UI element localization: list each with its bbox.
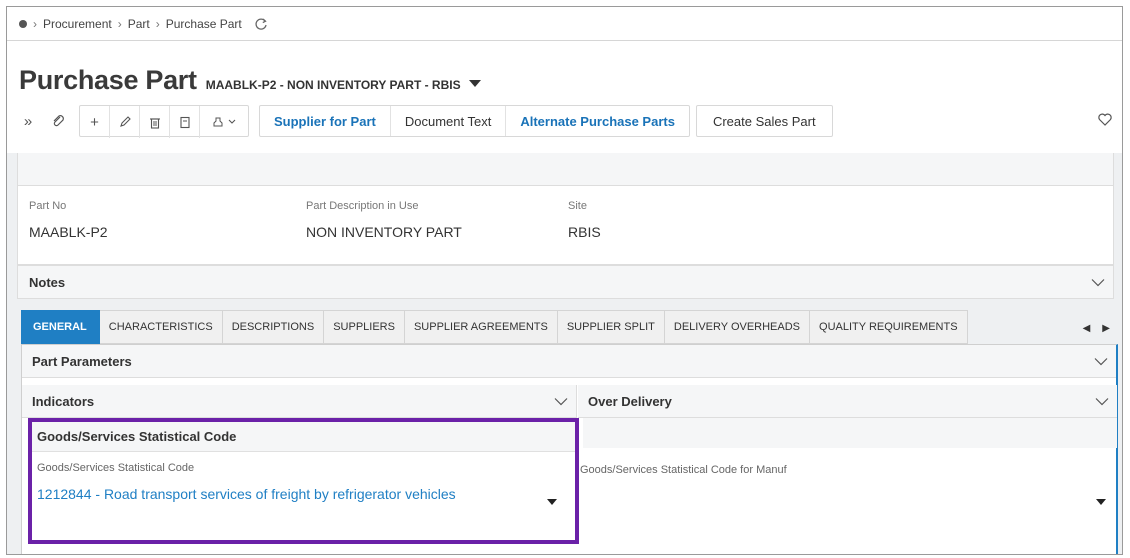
- alternate-purchase-parts-button[interactable]: Alternate Purchase Parts: [506, 106, 689, 136]
- home-icon[interactable]: [19, 19, 27, 28]
- edit-icon[interactable]: [110, 106, 140, 138]
- tab-delivery-overheads[interactable]: DELIVERY OVERHEADS: [664, 310, 811, 344]
- breadcrumb-part[interactable]: Part: [128, 17, 150, 31]
- site-value: RBIS: [568, 224, 601, 240]
- command-group: Supplier for Part Document Text Alternat…: [259, 105, 690, 137]
- breadcrumb-procurement[interactable]: Procurement: [43, 17, 112, 31]
- record-actions: +: [79, 105, 249, 138]
- document-text-button[interactable]: Document Text: [391, 106, 507, 136]
- tab-supplier-agreements[interactable]: SUPPLIER AGREEMENTS: [404, 310, 558, 344]
- create-sales-part-button[interactable]: Create Sales Part: [695, 105, 833, 137]
- part-description-value: NON INVENTORY PART: [306, 224, 462, 240]
- part-no-value: MAABLK-P2: [29, 224, 108, 240]
- stamp-dropdown-icon[interactable]: [200, 106, 248, 138]
- header-spacer: [17, 153, 1114, 185]
- chevron-right-icon: ›: [33, 16, 37, 31]
- arrow-left-icon[interactable]: ◀: [1083, 323, 1091, 334]
- tab-scroll: ◀ ▶: [1083, 323, 1110, 334]
- favorite-icon[interactable]: [1098, 113, 1112, 131]
- tab-quality-requirements[interactable]: QUALITY REQUIREMENTS: [810, 310, 968, 344]
- chevron-right-icon: ›: [117, 16, 122, 31]
- part-description-label: Part Description in Use: [306, 200, 419, 212]
- part-parameters-label: Part Parameters: [32, 353, 132, 369]
- statistical-code-section-title: Goods/Services Statistical Code: [32, 422, 575, 452]
- site-field: Site RBIS: [568, 200, 601, 240]
- site-label: Site: [568, 200, 587, 212]
- notes-label: Notes: [29, 274, 66, 290]
- statistical-code-highlight: Goods/Services Statistical Code Goods/Se…: [28, 418, 579, 544]
- refresh-icon[interactable]: [254, 17, 268, 31]
- tab-bar: GENERAL CHARACTERISTICS DESCRIPTIONS SUP…: [21, 310, 968, 344]
- app-window: › Procurement › Part › Purchase Part Pur…: [6, 6, 1123, 555]
- part-no-label: Part No: [29, 200, 67, 212]
- part-fields-card: Part No MAABLK-P2 Part Description in Us…: [17, 185, 1114, 265]
- expand-icon[interactable]: »: [13, 105, 43, 137]
- over-delivery-section[interactable]: Over Delivery: [578, 385, 1117, 418]
- chevron-down-icon[interactable]: [1094, 354, 1108, 369]
- part-no-field: Part No MAABLK-P2: [29, 200, 108, 240]
- indicators-label: Indicators: [32, 393, 95, 409]
- statistical-code-select[interactable]: 1212844 - Road transport services of fre…: [37, 486, 575, 502]
- record-selector[interactable]: MAABLK-P2 - NON INVENTORY PART - RBIS: [206, 78, 461, 92]
- tab-general[interactable]: GENERAL: [21, 310, 100, 344]
- breadcrumb-purchase-part: Purchase Part: [165, 16, 242, 31]
- statistical-code-manuf-label: Goods/Services Statistical Code for Manu…: [580, 464, 787, 476]
- chevron-right-icon: ›: [155, 16, 160, 31]
- part-parameters-section[interactable]: Part Parameters: [22, 345, 1116, 378]
- tab-descriptions[interactable]: DESCRIPTIONS: [222, 310, 325, 344]
- page-title: Purchase Part: [19, 65, 197, 95]
- chevron-down-icon[interactable]: [554, 394, 568, 409]
- attachment-icon[interactable]: [43, 105, 73, 137]
- over-delivery-label: Over Delivery: [588, 393, 672, 409]
- tab-characteristics[interactable]: CHARACTERISTICS: [99, 310, 223, 344]
- chevron-down-icon[interactable]: [1091, 275, 1105, 290]
- statistical-code-label: Goods/Services Statistical Code: [37, 462, 195, 474]
- tab-suppliers[interactable]: SUPPLIERS: [324, 310, 405, 344]
- caret-down-icon[interactable]: [468, 80, 481, 87]
- page-header: Purchase Part MAABLK-P2 - NON INVENTORY …: [7, 41, 1122, 153]
- breadcrumb: › Procurement › Part › Purchase Part: [7, 7, 1122, 41]
- tab-supplier-split[interactable]: SUPPLIER SPLIT: [557, 310, 665, 344]
- general-tab-content: Part Parameters Indicators Over Delivery…: [21, 344, 1118, 554]
- indicators-section[interactable]: Indicators: [22, 385, 577, 418]
- toolbar: » + Supplier for Part Document Text Alte…: [13, 105, 833, 138]
- caret-down-icon[interactable]: [1096, 499, 1106, 505]
- add-icon[interactable]: +: [80, 106, 110, 138]
- notes-section[interactable]: Notes: [17, 265, 1114, 299]
- part-description-field: Part Description in Use NON INVENTORY PA…: [306, 200, 462, 240]
- delete-icon[interactable]: [140, 106, 170, 138]
- arrow-right-icon[interactable]: ▶: [1102, 323, 1110, 334]
- supplier-for-part-button[interactable]: Supplier for Part: [260, 106, 391, 136]
- chevron-down-icon[interactable]: [1095, 394, 1109, 409]
- caret-down-icon[interactable]: [547, 499, 557, 505]
- copy-icon[interactable]: [170, 106, 200, 138]
- statistical-section-header-right: [583, 418, 1117, 448]
